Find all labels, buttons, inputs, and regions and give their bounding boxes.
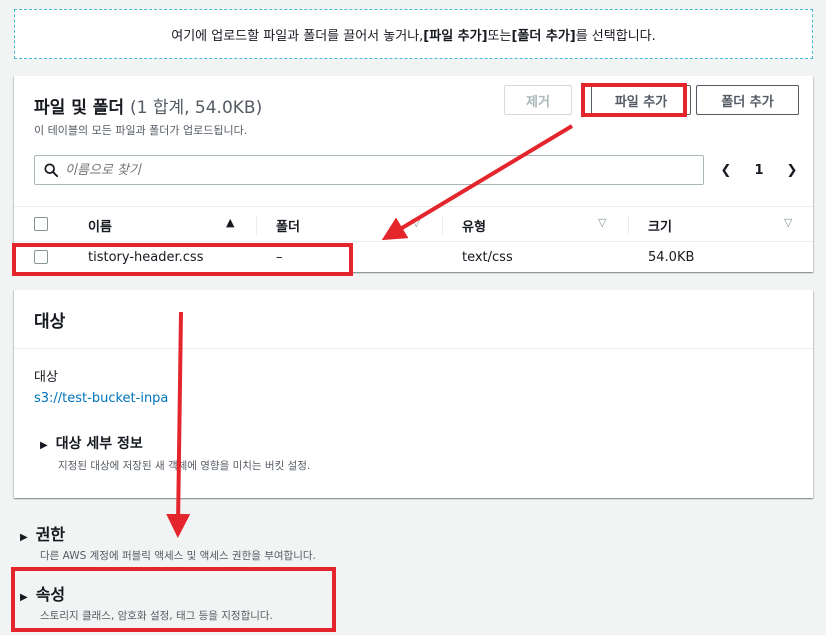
- pagination: ❮ 1 ❯: [714, 156, 804, 184]
- permissions-desc: 다른 AWS 계정에 퍼블릭 액세스 및 액세스 권한을 부여합니다.: [40, 550, 316, 562]
- files-title-text: 파일 및 폴더: [34, 98, 125, 118]
- dropzone-add-file-hint: [파일 추가]: [423, 28, 488, 44]
- remove-button[interactable]: 제거: [504, 85, 572, 115]
- permissions-expander[interactable]: ▶ 권한: [20, 521, 65, 545]
- chevron-right-icon[interactable]: ❯: [780, 163, 804, 178]
- dropzone-text-mid: 또는: [487, 28, 512, 44]
- chevron-left-icon[interactable]: ❮: [714, 163, 738, 178]
- destination-panel: 대상 대상 s3://test-bucket-inpa ▶ 대상 세부 정보 지정…: [14, 290, 813, 498]
- annotation-box-properties: [11, 567, 336, 632]
- upload-dropzone[interactable]: 여기에 업로드할 파일과 폴더를 끌어서 놓거나, [파일 추가] 또는 [폴더…: [14, 9, 813, 59]
- caret-right-icon: ▶: [40, 440, 48, 451]
- dropzone-add-folder-hint: [폴더 추가]: [511, 28, 576, 44]
- search-input[interactable]: [65, 162, 703, 178]
- sort-down-icon[interactable]: ▽: [598, 216, 606, 229]
- select-all-checkbox[interactable]: [34, 217, 48, 231]
- destination-label: 대상: [34, 370, 58, 385]
- column-divider: [442, 215, 443, 235]
- search-field[interactable]: [34, 155, 704, 185]
- search-icon: [44, 163, 58, 177]
- file-type: text/css: [462, 250, 513, 265]
- page-number[interactable]: 1: [747, 163, 771, 178]
- destination-link[interactable]: s3://test-bucket-inpa: [34, 391, 168, 406]
- files-count: (1 합계, 54.0KB): [129, 98, 263, 118]
- caret-right-icon: ▶: [20, 532, 28, 543]
- files-panel-title: 파일 및 폴더 (1 합계, 54.0KB): [34, 93, 262, 118]
- file-size: 54.0KB: [648, 250, 695, 265]
- destination-details-expander[interactable]: ▶ 대상 세부 정보: [40, 433, 143, 453]
- permissions-title: 권한: [35, 525, 66, 544]
- column-header-type[interactable]: 유형: [462, 216, 486, 235]
- files-description: 이 테이블의 모든 파일과 폴더가 업로드됩니다.: [34, 124, 248, 137]
- add-folder-button[interactable]: 폴더 추가: [696, 85, 799, 115]
- column-divider: [256, 215, 257, 235]
- column-header-size[interactable]: 크기: [648, 216, 672, 235]
- destination-details-title: 대상 세부 정보: [55, 436, 143, 452]
- sort-down-icon[interactable]: ▽: [784, 216, 792, 229]
- annotation-box-add-files: [581, 83, 687, 117]
- column-header-folder[interactable]: 폴더: [276, 216, 300, 235]
- sort-down-icon[interactable]: ▽: [412, 216, 420, 229]
- sort-up-icon[interactable]: ▲: [226, 216, 234, 229]
- annotation-box-file-row: [12, 243, 353, 276]
- table-header: 이름 ▲ 폴더 ▽ 유형 ▽ 크기 ▽: [14, 206, 813, 242]
- divider: [14, 348, 813, 349]
- dropzone-text-after: 를 선택합니다.: [575, 28, 656, 44]
- destination-details-desc: 지정된 대상에 저장된 새 객체에 영향을 미치는 버킷 설정.: [58, 460, 311, 472]
- column-divider: [628, 215, 629, 235]
- dropzone-text-before: 여기에 업로드할 파일과 폴더를 끌어서 놓거나,: [171, 28, 424, 44]
- column-header-name[interactable]: 이름: [88, 216, 112, 235]
- destination-title: 대상: [34, 312, 66, 332]
